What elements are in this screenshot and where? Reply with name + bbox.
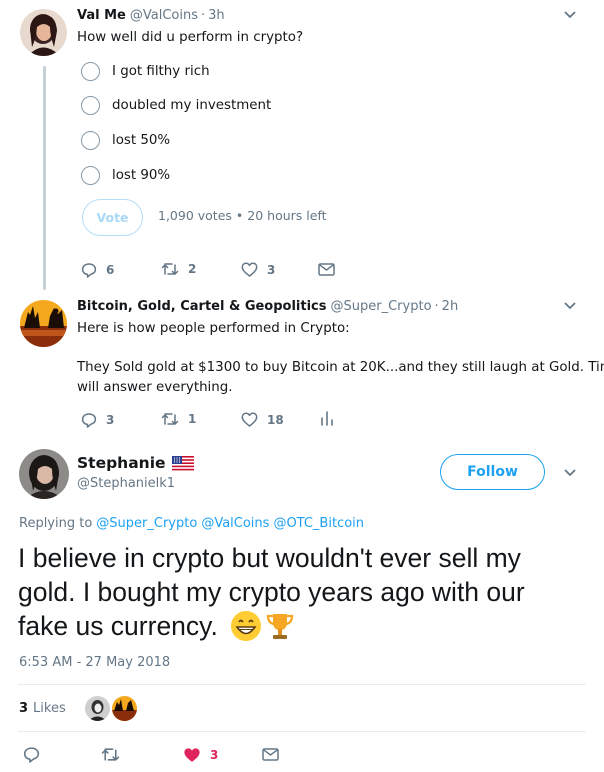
- poll-option-1[interactable]: I got filthy rich: [81, 61, 210, 81]
- chevron-down-icon[interactable]: [563, 10, 577, 20]
- author-name[interactable]: Val Me: [77, 8, 126, 23]
- replying-to-label: Replying to: [19, 516, 93, 531]
- separator-dot: ·: [434, 299, 439, 314]
- author-handle[interactable]: @Stephanielk1: [77, 476, 175, 491]
- poll-option-2[interactable]: doubled my investment: [81, 95, 271, 115]
- likes-count: 3: [19, 701, 29, 716]
- author-handle[interactable]: @Super_Crypto: [331, 299, 432, 314]
- reply-button[interactable]: [23, 746, 40, 763]
- poll-option-3[interactable]: lost 50%: [81, 130, 170, 150]
- reply-count: 6: [106, 263, 115, 277]
- reply-icon: [81, 412, 97, 428]
- reply-button[interactable]: 3: [81, 412, 114, 428]
- retweet-icon: [161, 412, 179, 426]
- heart-icon: [241, 262, 258, 277]
- reply-icon: [81, 262, 97, 278]
- tweet-time[interactable]: 3h: [208, 8, 225, 23]
- retweet-button[interactable]: [101, 747, 120, 762]
- retweet-icon: [161, 262, 179, 276]
- thread-line: [43, 66, 46, 290]
- poll-votes: 1,090 votes: [158, 208, 232, 223]
- separator-dot: •: [235, 208, 244, 223]
- poll-option-label: lost 90%: [112, 167, 171, 183]
- tweet-timestamp[interactable]: 6:53 AM - 27 May 2018: [19, 655, 170, 670]
- tweet-text: How well did u perform in crypto?: [77, 30, 304, 45]
- radio-icon: [81, 95, 100, 115]
- radio-icon: [81, 165, 100, 185]
- reply-button[interactable]: 6: [81, 262, 114, 278]
- avatar-stephanie[interactable]: [19, 449, 69, 499]
- chevron-down-icon[interactable]: [563, 301, 577, 311]
- like-count: 3: [210, 748, 219, 762]
- heart-icon-filled: [183, 747, 201, 763]
- grinning-face-icon: [230, 610, 262, 642]
- heart-icon: [241, 412, 258, 427]
- reply-mention-link[interactable]: @ValCoins: [201, 516, 269, 531]
- envelope-icon: [318, 263, 335, 276]
- like-button[interactable]: 3: [241, 262, 275, 277]
- tweet-time[interactable]: 2h: [442, 299, 459, 314]
- us-flag-icon: [171, 455, 194, 471]
- tweet-text-line: will answer everything.: [77, 380, 233, 395]
- author-name[interactable]: Stephanie: [77, 454, 166, 472]
- likes-stat[interactable]: 3 Likes: [19, 701, 66, 716]
- retweet-button[interactable]: 1: [161, 412, 196, 426]
- chevron-down-icon[interactable]: [563, 468, 577, 478]
- tweet-text-line: Here is how people performed in Crypto:: [77, 321, 350, 336]
- retweet-icon: [101, 747, 120, 762]
- radio-icon: [81, 61, 100, 81]
- liker-avatar[interactable]: [85, 696, 110, 721]
- direct-message-button[interactable]: [262, 748, 279, 761]
- poll-option-label: lost 50%: [112, 132, 171, 148]
- avatar-valcoins[interactable]: [20, 9, 67, 56]
- like-button[interactable]: 3: [183, 747, 218, 763]
- retweet-count: 2: [188, 262, 197, 276]
- divider: [18, 684, 586, 685]
- author-name[interactable]: Bitcoin, Gold, Cartel & Geopolitics: [77, 299, 327, 314]
- radio-icon: [81, 130, 100, 150]
- poll-option-label: I got filthy rich: [112, 63, 210, 79]
- like-count: 3: [267, 262, 276, 277]
- direct-message-button[interactable]: [318, 263, 335, 276]
- envelope-icon: [262, 748, 279, 761]
- analytics-icon: [320, 411, 334, 426]
- like-count: 18: [267, 412, 284, 427]
- poll-option-4[interactable]: lost 90%: [81, 165, 170, 185]
- like-button[interactable]: 18: [241, 412, 284, 427]
- reply-count: 3: [106, 413, 115, 427]
- trophy-icon: [264, 610, 296, 642]
- main-tweet-text: I believe in crypto but wouldn't ever se…: [18, 541, 586, 643]
- author-handle[interactable]: @ValCoins: [130, 8, 198, 23]
- liker-avatar[interactable]: [112, 696, 137, 721]
- analytics-button[interactable]: [320, 411, 334, 426]
- retweet-button[interactable]: 2: [161, 262, 196, 276]
- follow-button[interactable]: Follow: [440, 454, 545, 490]
- reply-mention-link[interactable]: @Super_Crypto: [96, 516, 197, 531]
- tweet-text-line: gold. I bought my crypto years ago with …: [18, 577, 525, 607]
- likes-label: Likes: [33, 701, 66, 716]
- divider: [18, 731, 586, 732]
- vote-button[interactable]: Vote: [82, 199, 143, 236]
- avatar-super-crypto[interactable]: [20, 300, 67, 347]
- reply-mention-link[interactable]: @OTC_Bitcoin: [273, 516, 364, 531]
- tweet-text-line: I believe in crypto but wouldn't ever se…: [18, 543, 521, 573]
- reply-icon: [23, 746, 40, 763]
- tweet-text-line: fake us currency.: [18, 611, 218, 641]
- poll-time-left: 20 hours left: [247, 208, 327, 223]
- retweet-count: 1: [188, 412, 197, 426]
- tweet-text-line: They Sold gold at $1300 to buy Bitcoin a…: [77, 360, 604, 375]
- poll-option-label: doubled my investment: [112, 97, 272, 113]
- separator-dot: ·: [200, 8, 206, 23]
